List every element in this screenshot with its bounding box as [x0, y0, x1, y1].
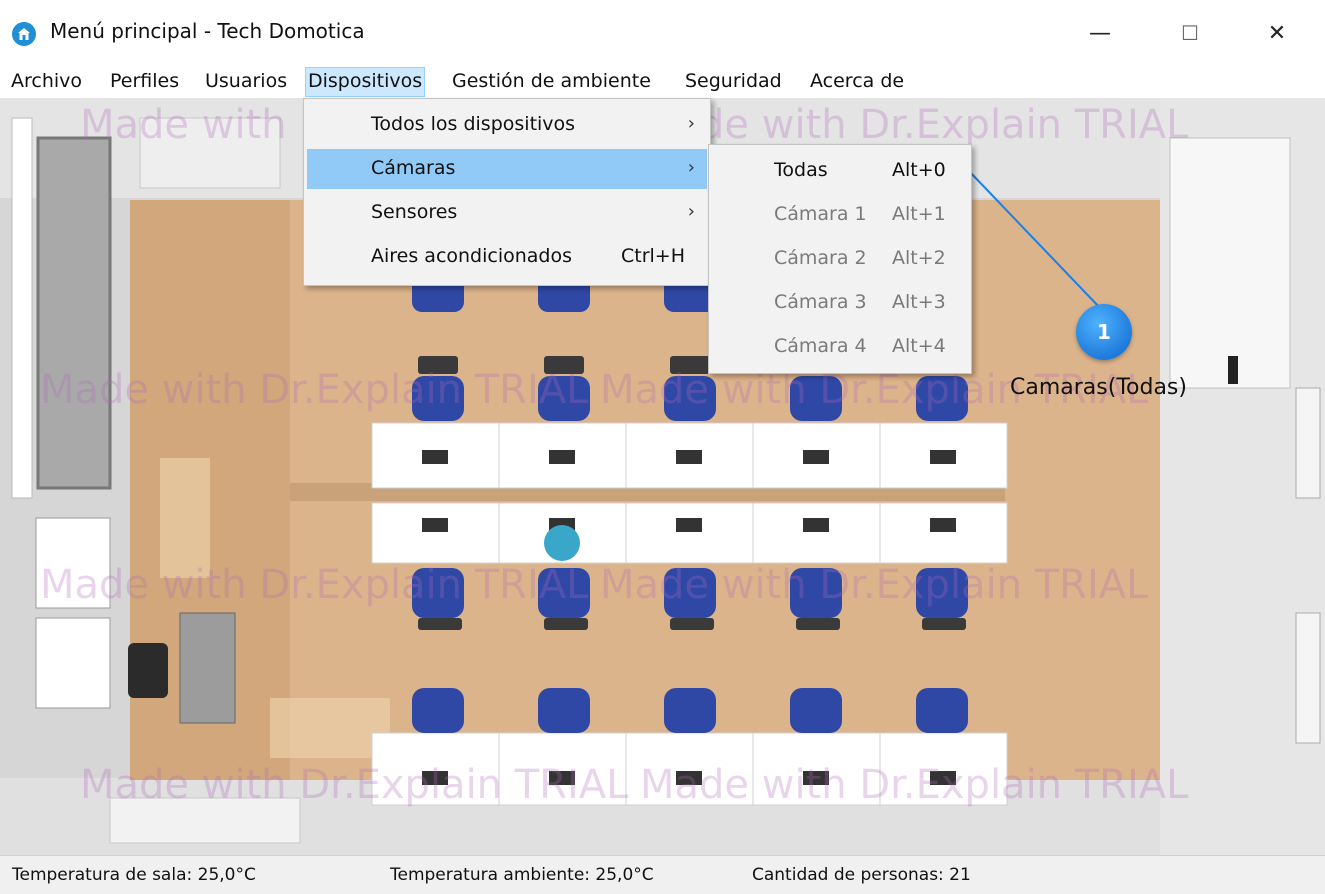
submenu-item-label: Cámara 4 [774, 335, 867, 357]
menu-item-shortcut: Ctrl+H [621, 245, 686, 267]
menu-acerca-de[interactable]: Acerca de [808, 67, 906, 95]
watermark-text: Made with Dr.Explain TRIAL [40, 367, 589, 413]
chevron-right-icon: › [687, 157, 695, 178]
callout-label: Camaras(Todas) [1010, 375, 1187, 400]
submenu-item-label: Cámara 1 [774, 203, 867, 225]
menu-dispositivos[interactable]: Dispositivos [305, 67, 426, 97]
submenu-item-todas[interactable]: Todas Alt+0 [712, 151, 968, 191]
menu-item-todos-dispositivos[interactable]: Todos los dispositivos › [307, 105, 707, 145]
status-temperatura-sala: Temperatura de sala: 25,0°C [12, 865, 256, 885]
callout-badge: 1 [1076, 304, 1132, 360]
menu-item-label: Sensores [371, 201, 458, 223]
menu-item-label: Cámaras [371, 157, 456, 179]
chevron-right-icon: › [687, 201, 695, 222]
status-bar: Temperatura de sala: 25,0°C Temperatura … [0, 855, 1325, 894]
submenu-item-label: Cámara 3 [774, 291, 867, 313]
watermark-text: Made with Dr.Explain TRIAL [640, 102, 1189, 148]
menu-item-label: Todos los dispositivos [371, 113, 576, 135]
menu-gestion-ambiente[interactable]: Gestión de ambiente [450, 67, 653, 95]
submenu-item-label: Todas [774, 159, 828, 181]
menu-bar: Archivo Perfiles Usuarios Dispositivos G… [0, 64, 1325, 99]
submenu-item-camara-1: Cámara 1 Alt+1 [712, 195, 968, 235]
watermark-text: Made with Dr.Explain TRIAL [600, 562, 1149, 608]
maximize-button[interactable]: ☐ [1165, 14, 1215, 52]
submenu-item-shortcut: Alt+0 [892, 159, 946, 181]
camaras-submenu: Todas Alt+0 Cámara 1 Alt+1 Cámara 2 Alt+… [708, 144, 972, 374]
submenu-item-camara-2: Cámara 2 Alt+2 [712, 239, 968, 279]
status-temperatura-ambiente: Temperatura ambiente: 25,0°C [390, 865, 654, 885]
submenu-item-shortcut: Alt+4 [892, 335, 946, 357]
menu-usuarios[interactable]: Usuarios [203, 67, 289, 95]
submenu-item-camara-3: Cámara 3 Alt+3 [712, 283, 968, 323]
status-cantidad-personas: Cantidad de personas: 21 [752, 865, 971, 885]
title-bar[interactable]: Menú principal - Tech Domotica — ☐ ✕ [0, 0, 1325, 64]
minimize-button[interactable]: — [1075, 14, 1125, 52]
menu-item-sensores[interactable]: Sensores › [307, 193, 707, 233]
submenu-item-shortcut: Alt+2 [892, 247, 946, 269]
chevron-right-icon: › [687, 113, 695, 134]
menu-seguridad[interactable]: Seguridad [683, 67, 784, 95]
window-title: Menú principal - Tech Domotica [50, 19, 365, 43]
menu-item-label: Aires acondicionados [371, 245, 573, 267]
menu-item-aires-acondicionados[interactable]: Aires acondicionados Ctrl+H [307, 237, 707, 277]
submenu-item-camara-4: Cámara 4 Alt+4 [712, 327, 968, 367]
submenu-item-shortcut: Alt+1 [892, 203, 946, 225]
menu-archivo[interactable]: Archivo [9, 67, 84, 95]
watermark-text: Made with Dr.Explain TRIAL [640, 762, 1189, 808]
home-app-icon [12, 22, 36, 46]
menu-perfiles[interactable]: Perfiles [108, 67, 181, 95]
submenu-item-label: Cámara 2 [774, 247, 867, 269]
watermark-text: Made with Dr.Explain TRIAL [40, 562, 589, 608]
menu-item-camaras[interactable]: Cámaras › [307, 149, 707, 189]
watermark-text: Made with Dr.Explain TRIAL [80, 762, 629, 808]
submenu-item-shortcut: Alt+3 [892, 291, 946, 313]
dispositivos-menu: Todos los dispositivos › Cámaras › Senso… [303, 98, 711, 286]
close-button[interactable]: ✕ [1252, 14, 1302, 52]
